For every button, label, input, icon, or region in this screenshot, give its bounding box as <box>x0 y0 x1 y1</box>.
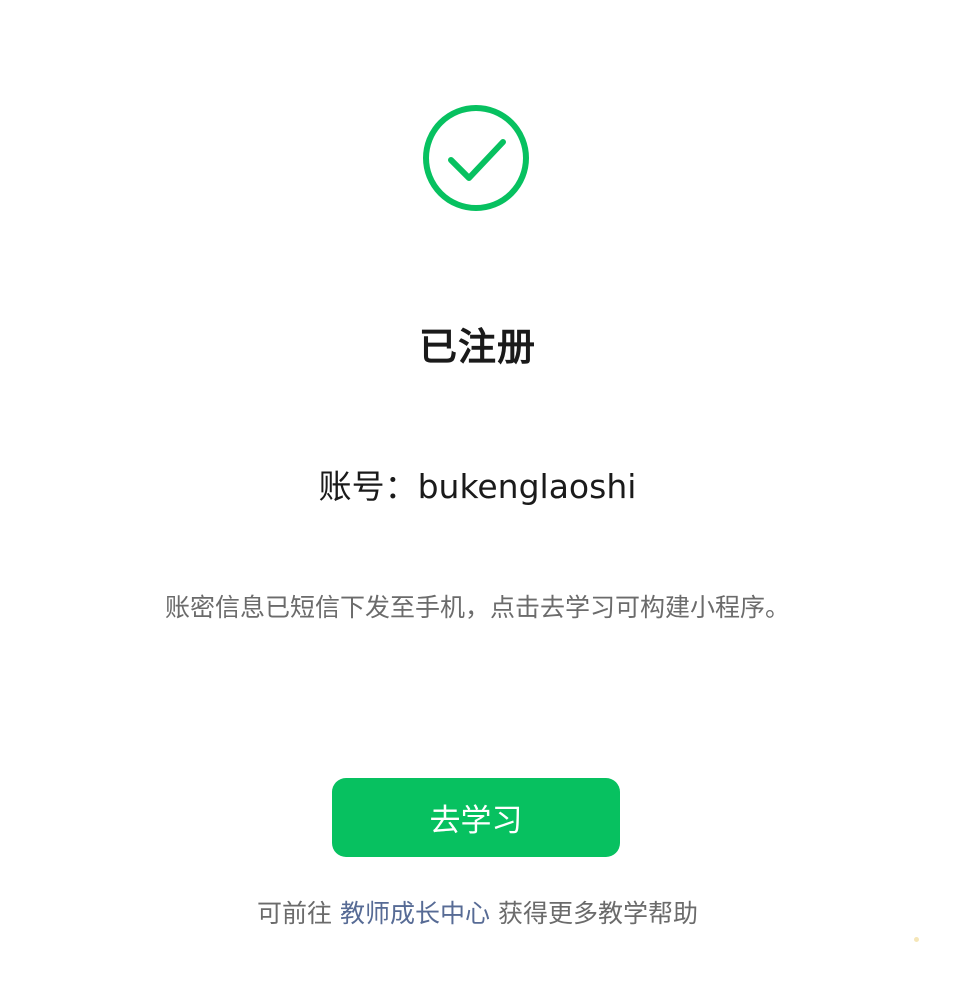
account-value: bukenglaoshi <box>417 467 637 506</box>
account-info: 账号：bukenglaoshi <box>0 460 955 508</box>
footer-help: 可前往 教师成长中心 获得更多教学帮助 <box>0 894 955 930</box>
footer-suffix: 获得更多教学帮助 <box>497 899 698 928</box>
success-check-icon <box>422 104 530 212</box>
check-circle-icon <box>423 105 529 211</box>
teacher-growth-center-link[interactable]: 教师成长中心 <box>340 899 490 928</box>
go-learn-button-label: 去学习 <box>429 803 523 839</box>
footer-prefix: 可前往 <box>257 899 333 928</box>
page-title: 已注册 <box>418 325 536 369</box>
sms-notice: 账密信息已短信下发至手机，点击去学习可构建小程序。 <box>164 593 790 622</box>
account-label: 账号： <box>318 467 418 506</box>
go-learn-button[interactable]: 去学习 <box>332 778 620 857</box>
decorative-dot <box>914 937 919 942</box>
